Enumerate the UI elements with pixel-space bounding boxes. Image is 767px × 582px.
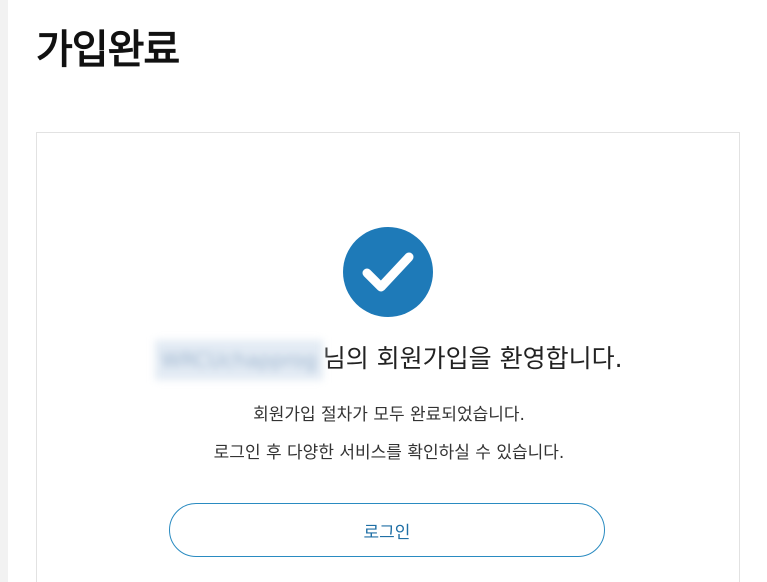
check-circle-icon [343,227,433,317]
login-hint-message: 로그인 후 다양한 서비스를 확인하실 수 있습니다. [213,443,565,463]
login-button[interactable]: 로그인 [169,503,605,557]
welcome-message: WRCUchapprog 님의 회원가입을 환영합니다. [37,339,741,380]
welcome-suffix: 님의 회원가입을 환영합니다. [322,344,623,373]
left-edge-strip [0,0,8,582]
masked-username: WRCUchapprog [155,340,323,380]
page-title: 가입완료 [36,27,180,73]
completion-message: 회원가입 절차가 모두 완료되었습니다. [253,405,525,425]
page: 가입완료 WRCUchapprog 님의 회원가입을 환영합니다. 회원가입 절차… [0,0,767,582]
signup-complete-card: WRCUchapprog 님의 회원가입을 환영합니다. 회원가입 절차가 모두 … [36,132,740,582]
